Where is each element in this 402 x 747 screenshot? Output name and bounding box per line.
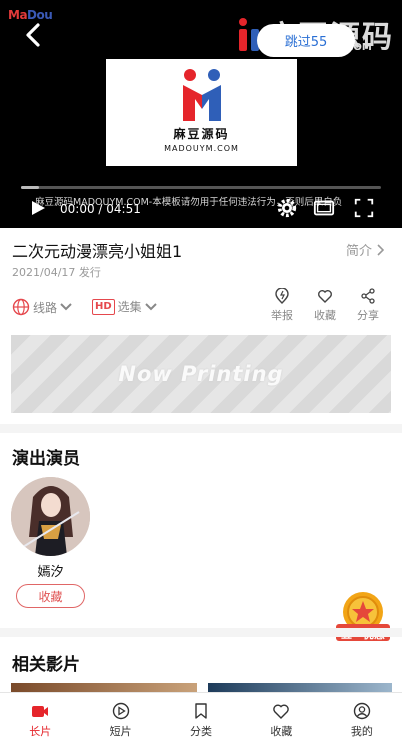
actor-portrait-icon — [11, 477, 90, 556]
chevron-down-icon — [60, 303, 72, 311]
video-title: 二次元动漫漂亮小姐姐1 — [12, 242, 183, 261]
heart-icon — [273, 703, 290, 719]
promo-badge[interactable]: 五一优惠 — [334, 590, 392, 646]
report-button[interactable]: 举报 — [264, 288, 300, 323]
tab-favorites[interactable]: 收藏 — [241, 693, 321, 747]
globe-icon — [12, 298, 30, 316]
tab-label: 收藏 — [270, 724, 293, 738]
tab-short-videos[interactable]: 短片 — [80, 693, 160, 747]
logo-cn-text: 麻豆源码 — [173, 127, 230, 141]
settings-gear-icon[interactable] — [276, 197, 298, 219]
progress-bar[interactable] — [21, 186, 381, 189]
user-icon — [353, 702, 371, 719]
section-divider — [0, 628, 402, 637]
bottom-tab-bar: 长片 短片 分类 收藏 我的 — [0, 692, 402, 747]
release-date: 2021/04/17 发行 — [12, 266, 101, 279]
tab-label: 短片 — [109, 724, 132, 738]
episode-selector[interactable]: HD 选集 — [92, 298, 157, 315]
ad-banner[interactable]: Now Printing — [11, 335, 391, 413]
app-page: MaDou 麻豆源码 COM 跳过55 麻豆源码 MADOUYM.COM — [0, 0, 402, 747]
heart-icon — [318, 290, 332, 303]
play-icon[interactable] — [30, 200, 46, 216]
skip-ad-button[interactable]: 跳过55 — [257, 24, 355, 57]
chevron-right-icon — [377, 243, 385, 256]
fullscreen-icon[interactable] — [353, 197, 375, 219]
actor-avatar[interactable] — [11, 477, 90, 556]
cast-heading: 演出演员 — [12, 449, 80, 469]
corner-logo: MaDou — [8, 8, 53, 22]
logo-en-text: MADOUYM.COM — [164, 144, 239, 153]
video-icon — [32, 705, 49, 717]
tab-profile[interactable]: 我的 — [322, 693, 402, 747]
tab-categories[interactable]: 分类 — [161, 693, 241, 747]
related-heading: 相关影片 — [12, 655, 80, 675]
progress-fill — [21, 186, 39, 189]
tab-label: 分类 — [190, 724, 213, 738]
intro-link[interactable]: 简介 — [346, 240, 385, 259]
tab-long-videos[interactable]: 长片 — [0, 693, 80, 747]
chevron-down-icon — [144, 302, 157, 310]
route-label: 线路 — [33, 300, 58, 315]
banner-text: Now Printing — [118, 362, 284, 386]
favorite-label: 收藏 — [314, 309, 336, 322]
share-icon — [361, 288, 375, 304]
hd-badge: HD — [92, 298, 115, 315]
intro-label: 简介 — [346, 244, 373, 259]
bookmark-icon — [195, 702, 207, 719]
picture-in-picture-icon[interactable] — [313, 197, 335, 219]
actor-name: 嫣汐 — [37, 565, 64, 580]
share-button[interactable]: 分享 — [350, 288, 386, 323]
back-arrow-icon[interactable] — [22, 22, 46, 48]
play-circle-icon — [112, 702, 129, 719]
favorite-button[interactable]: 收藏 — [307, 288, 343, 323]
share-label: 分享 — [357, 309, 379, 322]
report-icon — [275, 288, 289, 304]
route-selector[interactable]: 线路 — [12, 298, 72, 316]
actor-favorite-button[interactable]: 收藏 — [16, 584, 85, 608]
time-display: 00:00 / 04:51 — [60, 202, 141, 216]
video-player[interactable]: MaDou 麻豆源码 COM 跳过55 麻豆源码 MADOUYM.COM — [0, 0, 402, 228]
tab-label: 我的 — [350, 724, 373, 738]
episodes-label: 选集 — [117, 300, 142, 314]
report-label: 举报 — [271, 309, 293, 322]
section-divider — [0, 424, 402, 433]
madou-logo-icon — [182, 69, 221, 121]
ad-logo-card: 麻豆源码 MADOUYM.COM — [106, 59, 297, 166]
watermark-mark-icon — [239, 18, 259, 51]
tab-label: 长片 — [29, 724, 52, 738]
